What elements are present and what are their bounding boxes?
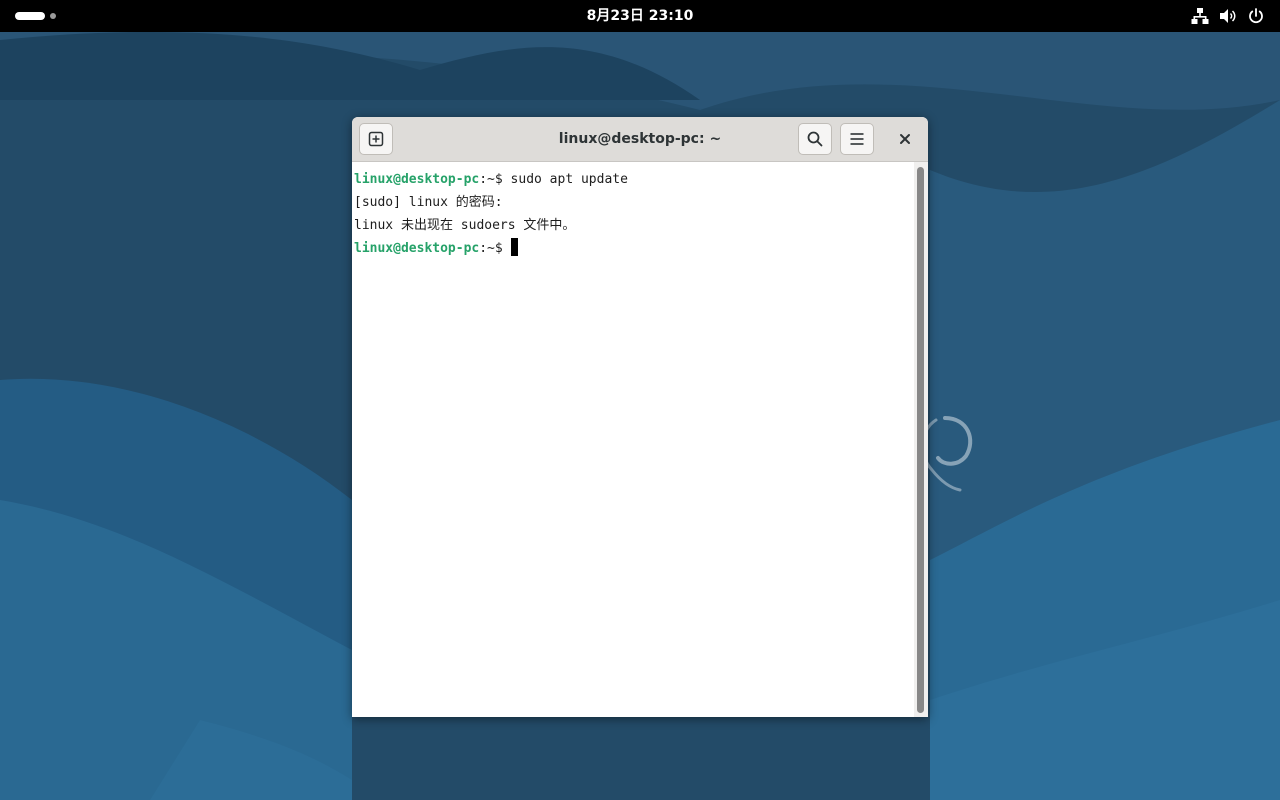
terminal-window[interactable]: linux@desktop-pc: ~ linux@desktop-pc:~$ … xyxy=(352,117,928,717)
terminal-line: [sudo] linux 的密码: xyxy=(352,191,914,214)
search-icon xyxy=(807,131,823,147)
new-tab-button[interactable] xyxy=(359,123,393,155)
activities-button[interactable] xyxy=(10,8,60,24)
search-button[interactable] xyxy=(798,123,832,155)
window-title: linux@desktop-pc: ~ xyxy=(558,131,722,147)
close-icon xyxy=(900,134,910,144)
network-icon[interactable] xyxy=(1190,6,1210,26)
output-text: [sudo] linux 的密码: xyxy=(354,195,503,210)
main-menu-button[interactable] xyxy=(840,123,874,155)
prompt-user-host: linux@desktop-pc xyxy=(354,172,480,187)
text-cursor xyxy=(510,238,518,256)
terminal-line: linux@desktop-pc:~$ sudo apt update xyxy=(352,168,914,191)
prompt-path: :~$ xyxy=(479,172,503,187)
command-text: sudo apt update xyxy=(502,172,628,187)
hamburger-menu-icon xyxy=(850,133,864,145)
top-bar: 8月23日 23:10 xyxy=(0,0,1280,32)
close-window-button[interactable] xyxy=(893,127,917,151)
prompt-user-host: linux@desktop-pc xyxy=(354,241,480,256)
workspace-indicator-inactive xyxy=(50,13,56,19)
command-text xyxy=(503,241,511,256)
desktop: 8月23日 23:10 linux@desktop-pc: ~ linux@de… xyxy=(0,0,1280,800)
terminal-line: linux@desktop-pc:~$ xyxy=(352,237,914,260)
date-time-clock[interactable]: 8月23日 23:10 xyxy=(540,0,740,32)
power-icon[interactable] xyxy=(1246,6,1266,26)
prompt-path: :~$ xyxy=(479,241,503,256)
output-text: linux 未出现在 sudoers 文件中。 xyxy=(354,218,576,233)
volume-icon[interactable] xyxy=(1218,6,1238,26)
new-tab-icon xyxy=(368,131,384,147)
window-headerbar[interactable]: linux@desktop-pc: ~ xyxy=(352,117,928,162)
terminal-output[interactable]: linux@desktop-pc:~$ sudo apt update [sud… xyxy=(352,162,914,717)
scrollbar-thumb[interactable] xyxy=(917,167,924,713)
workspace-indicator-active xyxy=(15,12,45,20)
terminal-line: linux 未出现在 sudoers 文件中。 xyxy=(352,214,914,237)
